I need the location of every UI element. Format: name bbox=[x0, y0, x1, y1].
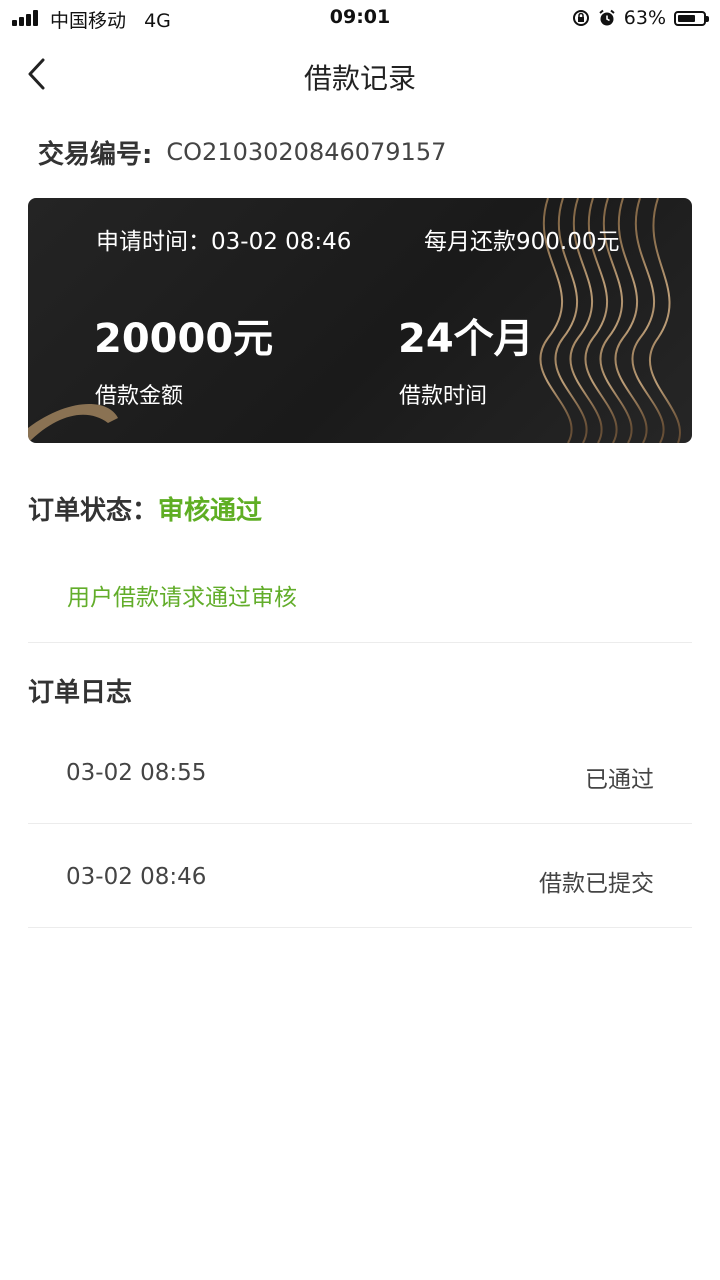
transaction-number: CO2103020846079157 bbox=[166, 138, 447, 166]
battery-icon bbox=[674, 10, 709, 26]
nav-bar: 借款记录 bbox=[0, 44, 720, 104]
status-icons: 63% bbox=[572, 6, 709, 30]
order-status: 订单状态： 审核通过 bbox=[28, 490, 262, 527]
log-status: 借款已提交 bbox=[539, 871, 654, 897]
loan-duration: 24个月 bbox=[398, 316, 534, 362]
loan-amount-label: 借款金额 bbox=[95, 384, 184, 409]
divider bbox=[28, 823, 692, 824]
order-status-value: 审核通过 bbox=[158, 496, 263, 526]
log-row: 03-02 08:55 已通过 bbox=[28, 726, 692, 830]
monthly-repayment: 每月还款900.00元 bbox=[424, 229, 620, 255]
orientation-lock-icon bbox=[572, 10, 589, 26]
loan-duration-label: 借款时间 bbox=[399, 384, 488, 409]
apply-time: 申请时间：03-02 08:46 bbox=[96, 229, 352, 255]
log-time: 03-02 08:46 bbox=[66, 864, 207, 890]
transaction-number-row: 交易编号: CO2103020846079157 bbox=[38, 134, 446, 170]
log-time: 03-02 08:55 bbox=[66, 760, 207, 786]
status-bar: 中国移动 4G 09:01 63% bbox=[0, 0, 720, 36]
transaction-label: 交易编号: bbox=[38, 139, 153, 170]
log-row: 03-02 08:46 借款已提交 bbox=[28, 830, 692, 934]
loan-amount: 20000元 bbox=[94, 316, 274, 362]
page-title: 借款记录 bbox=[303, 62, 416, 95]
divider bbox=[28, 642, 692, 643]
battery-percent: 63% bbox=[623, 7, 666, 29]
loan-summary-card: 申请时间：03-02 08:46 每月还款900.00元 20000元 24个月… bbox=[28, 198, 692, 443]
alarm-icon bbox=[599, 9, 615, 26]
order-status-description: 用户借款请求通过审核 bbox=[67, 585, 297, 611]
divider bbox=[28, 927, 692, 928]
log-status: 已通过 bbox=[585, 767, 654, 793]
order-status-label: 订单状态： bbox=[28, 496, 159, 526]
order-log-title: 订单日志 bbox=[28, 678, 133, 708]
